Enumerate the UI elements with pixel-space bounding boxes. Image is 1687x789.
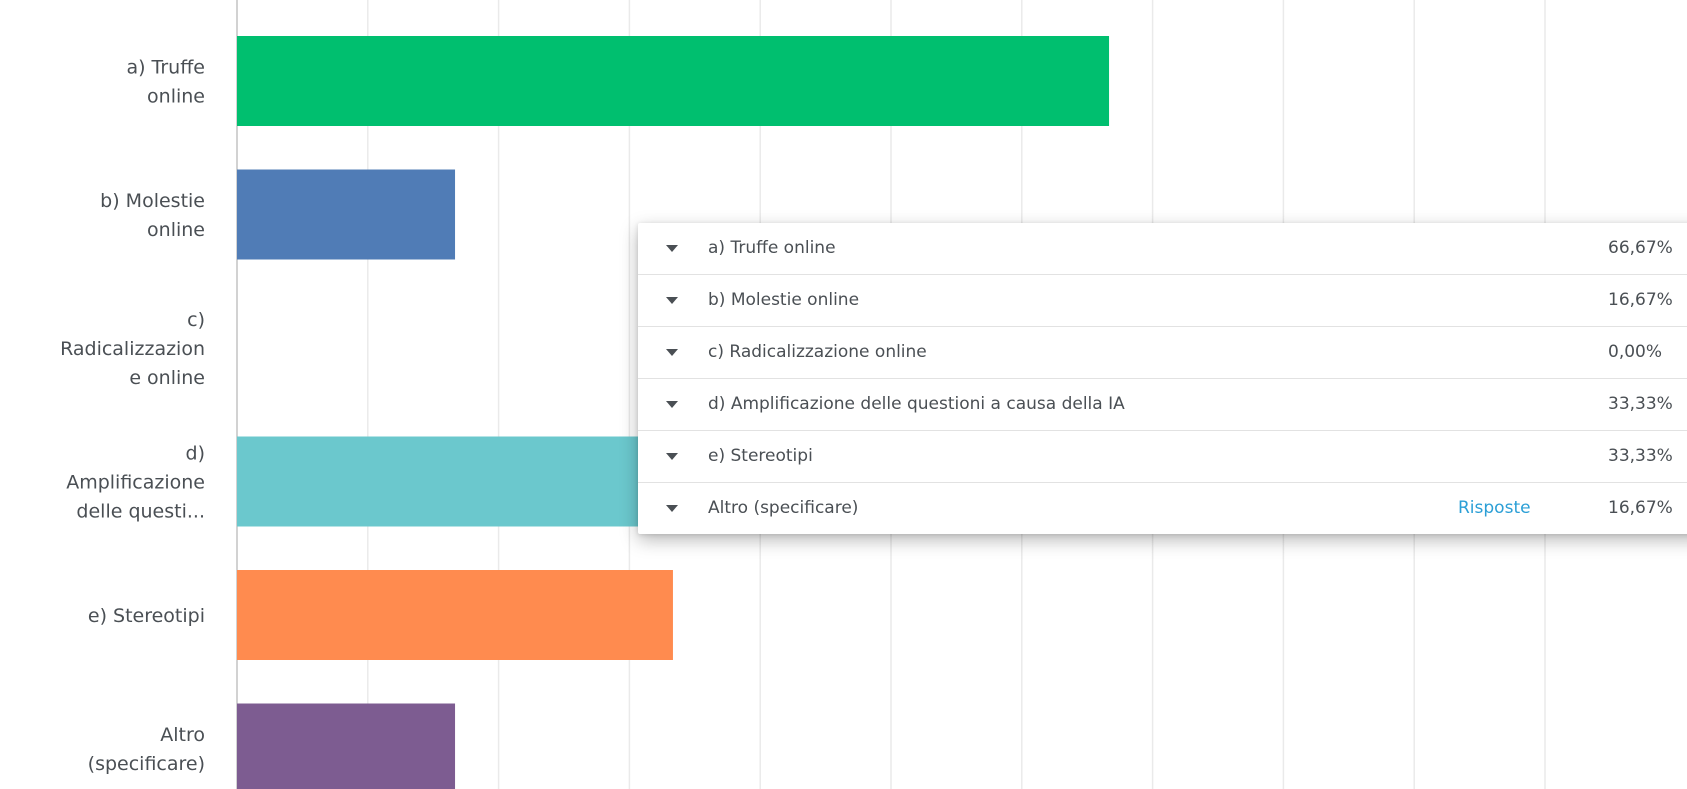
- chart-stage: a) Truffe online b) Molestie online c) Radica…: [0, 0, 1687, 789]
- caret-down-icon[interactable]: [666, 297, 678, 304]
- category-label: a) Truffe online: [126, 57, 205, 108]
- row-label: b) Molestie online: [708, 290, 860, 310]
- category-label: c) Radicalizzazion e online: [60, 309, 205, 389]
- caret-down-icon[interactable]: [666, 401, 678, 408]
- row-label: Altro (specificare): [708, 498, 859, 518]
- bar[interactable]: [237, 169, 456, 260]
- result-row-e[interactable]: e) Stereotipi 33,33%: [638, 431, 1687, 483]
- caret-down-icon[interactable]: [666, 349, 678, 356]
- result-row-altro[interactable]: Altro (specificare) Risposte 16,67%: [638, 483, 1687, 534]
- bar[interactable]: [237, 36, 1110, 126]
- caret-down-icon[interactable]: [666, 505, 678, 512]
- caret-down-icon[interactable]: [666, 453, 678, 460]
- bar[interactable]: [237, 703, 456, 789]
- row-label: e) Stereotipi: [708, 446, 813, 466]
- responses-link[interactable]: Risposte: [1458, 483, 1531, 534]
- result-row-b[interactable]: b) Molestie online 16,67%: [638, 275, 1687, 327]
- bar[interactable]: [237, 570, 673, 660]
- row-label: c) Radicalizzazione online: [708, 342, 927, 362]
- category-label: d) Amplificazione delle questi...: [66, 443, 205, 523]
- row-percentage: 33,33%: [1608, 394, 1673, 414]
- category-label: b) Molestie online: [100, 190, 205, 241]
- results-popup: a) Truffe online 66,67% b) Molestie onli…: [638, 223, 1687, 534]
- result-row-c[interactable]: c) Radicalizzazione online 0,00%: [638, 327, 1687, 379]
- row-percentage: 0,00%: [1608, 342, 1663, 362]
- caret-down-icon[interactable]: [666, 245, 678, 252]
- result-row-a[interactable]: a) Truffe online 66,67%: [638, 223, 1687, 275]
- result-row-d[interactable]: d) Amplificazione delle questioni a caus…: [638, 379, 1687, 431]
- row-label: a) Truffe online: [708, 238, 836, 258]
- row-percentage: 33,33%: [1608, 446, 1673, 466]
- row-percentage: 66,67%: [1608, 238, 1673, 258]
- row-label: d) Amplificazione delle questioni a caus…: [708, 394, 1125, 414]
- category-label: Altro (specificare): [88, 724, 205, 775]
- row-percentage: 16,67%: [1608, 290, 1673, 310]
- category-label: e) Stereotipi: [88, 605, 205, 627]
- category-labels: a) Truffe online b) Molestie online c) Radica…: [60, 57, 205, 776]
- row-percentage: 16,67%: [1608, 498, 1673, 518]
- bar[interactable]: [237, 436, 673, 527]
